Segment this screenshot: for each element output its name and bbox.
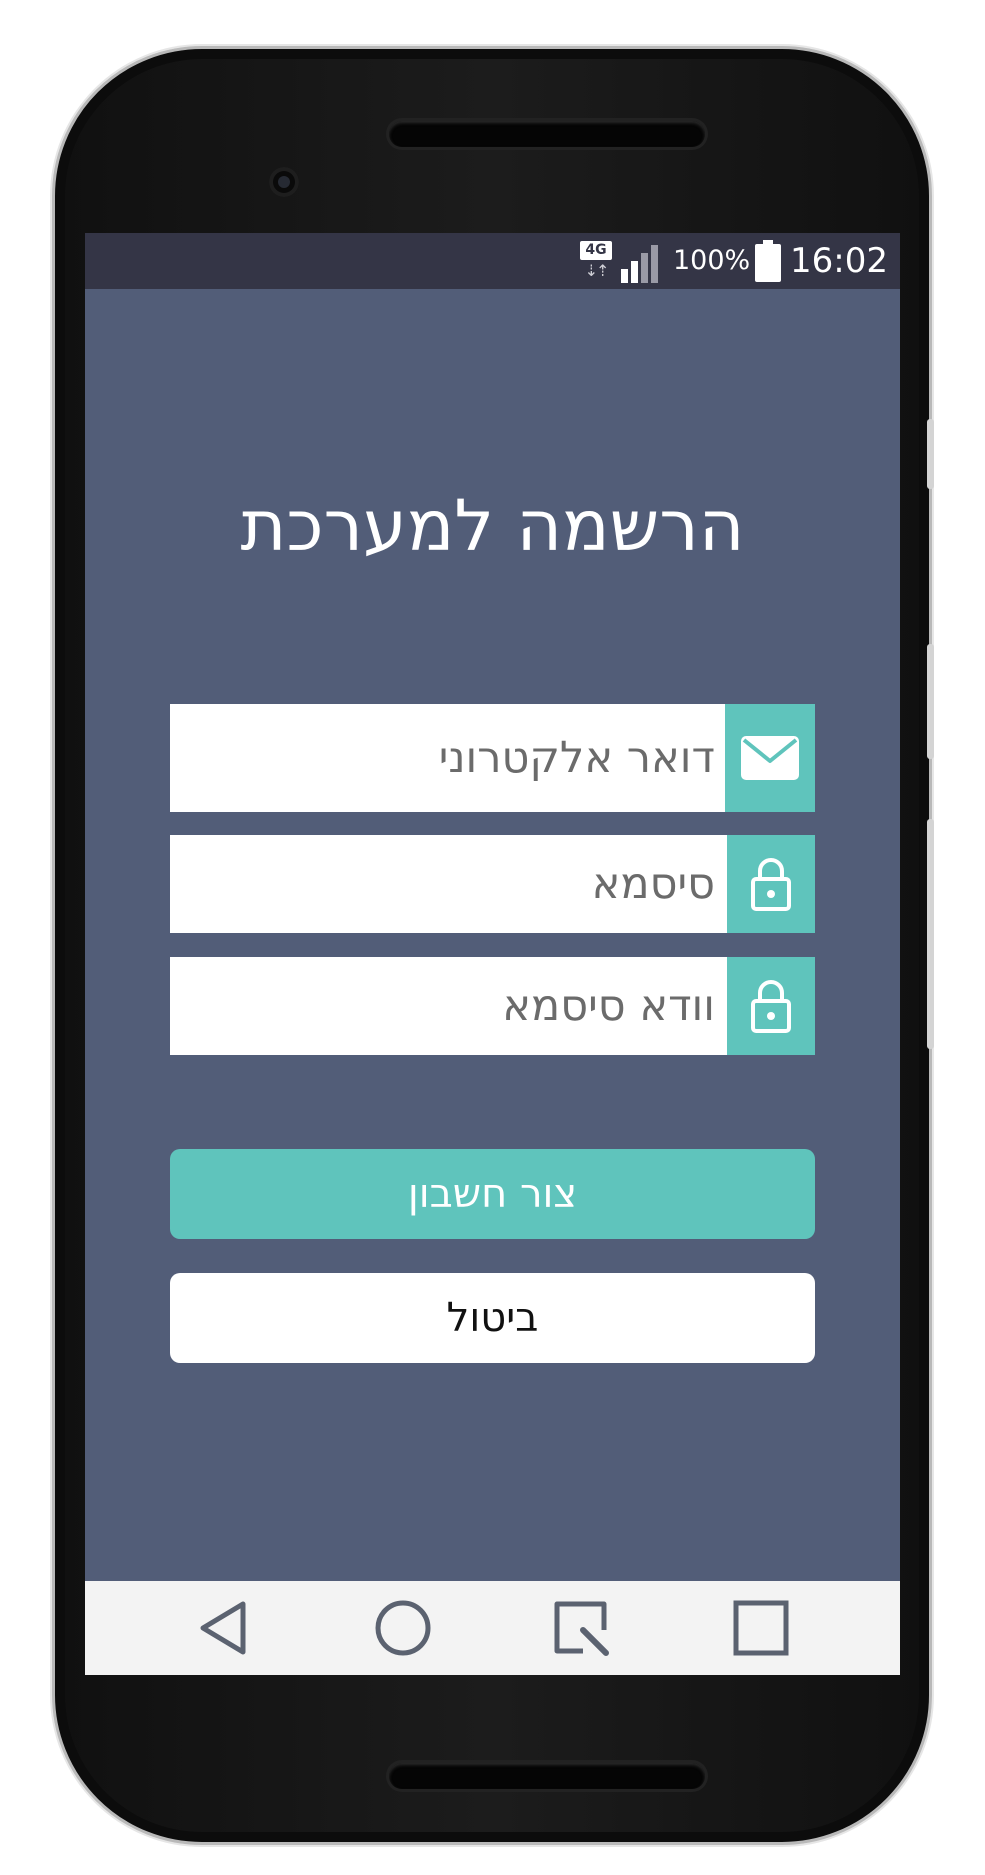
email-field[interactable]: דואר אלקטרוני (170, 704, 815, 812)
side-button-volume (927, 644, 934, 759)
battery-icon (755, 240, 781, 282)
back-icon[interactable] (195, 1600, 251, 1656)
signal-strength-icon (621, 245, 658, 283)
bottom-speaker (389, 1763, 705, 1789)
status-bar: 4G ⇣⇡ 100% 16:02 (85, 233, 900, 289)
side-button-top (927, 419, 934, 489)
status-clock: 16:02 (790, 241, 888, 281)
overview-icon[interactable] (733, 1600, 789, 1656)
network-type-badge: 4G (580, 241, 612, 260)
data-arrows-icon: ⇣⇡ (584, 261, 610, 280)
battery-percent: 100% (673, 245, 751, 276)
page-title: הרשמה למערכת (240, 485, 745, 567)
side-button-power (927, 819, 934, 1049)
lock-icon (727, 957, 815, 1055)
email-placeholder: דואר אלקטרוני (438, 733, 715, 783)
envelope-icon (725, 704, 815, 812)
earpiece-speaker (389, 121, 705, 147)
phone-frame: 4G ⇣⇡ 100% 16:02 הרשמה למערכת דואר אלקטר… (52, 46, 934, 1845)
system-nav-bar (85, 1581, 900, 1675)
cancel-button[interactable]: ביטול (170, 1273, 815, 1363)
recents-icon[interactable] (553, 1600, 609, 1656)
confirm-password-placeholder: וודא סיסמא (502, 981, 715, 1031)
lock-icon (727, 835, 815, 933)
confirm-password-field[interactable]: וודא סיסמא (170, 957, 815, 1055)
password-field[interactable]: סיסמא (170, 835, 815, 933)
create-account-button[interactable]: צור חשבון (170, 1149, 815, 1239)
home-icon[interactable] (375, 1600, 431, 1656)
front-camera (269, 167, 299, 197)
app-screen: 4G ⇣⇡ 100% 16:02 הרשמה למערכת דואר אלקטר… (85, 233, 900, 1675)
password-placeholder: סיסמא (591, 859, 715, 909)
